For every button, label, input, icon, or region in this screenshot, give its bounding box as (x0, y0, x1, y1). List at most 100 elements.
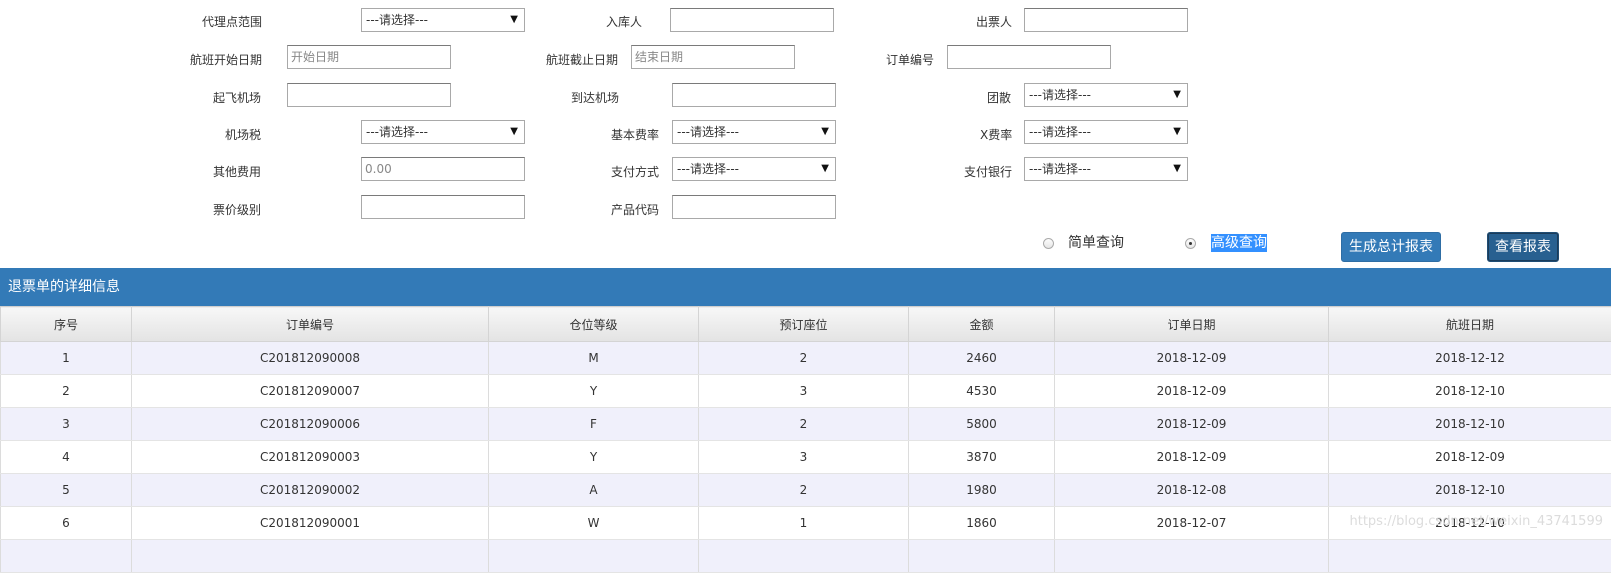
refund-detail-table: 序号 订单编号 仓位等级 预订座位 金额 订单日期 航班日期 1 C201812… (0, 306, 1611, 573)
table-row[interactable]: 3 C201812090006 F 2 5800 2018-12-09 2018… (1, 408, 1611, 441)
other-fee-input[interactable] (361, 157, 525, 181)
table-row[interactable]: 4 C201812090003 Y 3 3870 2018-12-09 2018… (1, 441, 1611, 474)
cell-amount: 4530 (909, 375, 1055, 408)
column-header-order-date[interactable]: 订单日期 (1055, 307, 1329, 342)
generate-total-report-button[interactable]: 生成总计报表 (1341, 232, 1441, 262)
table-row[interactable] (1, 540, 1611, 573)
group-scatter-select[interactable]: ---请选择--- ▼ (1024, 83, 1188, 107)
cell-cabin-class: F (489, 408, 699, 441)
product-code-label: 产品代码 (611, 202, 659, 218)
cell-cabin-class: Y (489, 375, 699, 408)
cell-amount: 1980 (909, 474, 1055, 507)
cell-flight-date: 2018-12-09 (1329, 441, 1611, 474)
base-rate-select[interactable]: ---请选择--- ▼ (672, 120, 836, 144)
column-header-cabin-class[interactable]: 仓位等级 (489, 307, 699, 342)
cell-cabin-class: A (489, 474, 699, 507)
cell-cabin-class (489, 540, 699, 573)
agent-range-label: 代理点范围 (202, 14, 262, 30)
cell-index: 6 (1, 507, 132, 540)
fare-level-input[interactable] (361, 195, 525, 219)
cell-order-no: C201812090008 (132, 342, 489, 375)
airport-tax-select[interactable]: ---请选择--- ▼ (361, 120, 525, 144)
dropdown-arrow-icon: ▼ (821, 121, 829, 143)
base-rate-value: ---请选择--- (677, 125, 739, 139)
cell-amount: 3870 (909, 441, 1055, 474)
in-person-input[interactable] (670, 8, 834, 32)
departure-airport-label: 起飞机场 (213, 90, 261, 106)
cell-seats: 2 (699, 342, 909, 375)
table-row[interactable]: 1 C201812090008 M 2 2460 2018-12-09 2018… (1, 342, 1611, 375)
flight-end-input[interactable] (631, 45, 795, 69)
airport-tax-value: ---请选择--- (366, 125, 428, 139)
flight-start-input[interactable] (287, 45, 451, 69)
flight-end-label: 航班截止日期 (546, 52, 618, 68)
cell-order-date: 2018-12-09 (1055, 408, 1329, 441)
agent-range-value: ---请选择--- (366, 13, 428, 27)
column-header-seats[interactable]: 预订座位 (699, 307, 909, 342)
column-header-amount[interactable]: 金额 (909, 307, 1055, 342)
cell-seats (699, 540, 909, 573)
cell-index: 2 (1, 375, 132, 408)
pay-method-value: ---请选择--- (677, 162, 739, 176)
cell-cabin-class: Y (489, 441, 699, 474)
cell-order-no: C201812090002 (132, 474, 489, 507)
agent-range-select[interactable]: ---请选择--- ▼ (361, 8, 525, 32)
cell-order-date: 2018-12-07 (1055, 507, 1329, 540)
cell-flight-date: 2018-12-10 (1329, 408, 1611, 441)
simple-query-radio[interactable] (1043, 238, 1054, 249)
cell-flight-date: 2018-12-12 (1329, 342, 1611, 375)
cell-seats: 1 (699, 507, 909, 540)
cell-amount (909, 540, 1055, 573)
cell-order-date (1055, 540, 1329, 573)
cell-index (1, 540, 132, 573)
departure-airport-input[interactable] (287, 83, 451, 107)
x-rate-select[interactable]: ---请选择--- ▼ (1024, 120, 1188, 144)
cell-index: 3 (1, 408, 132, 441)
flight-start-label: 航班开始日期 (190, 52, 262, 68)
arrival-airport-label: 到达机场 (571, 90, 619, 106)
cell-order-no (132, 540, 489, 573)
cell-flight-date: 2018-12-10 (1329, 375, 1611, 408)
cell-order-date: 2018-12-09 (1055, 375, 1329, 408)
x-rate-value: ---请选择--- (1029, 125, 1091, 139)
pay-bank-label: 支付银行 (964, 164, 1012, 180)
dropdown-arrow-icon: ▼ (1173, 84, 1181, 106)
advanced-query-radio[interactable] (1185, 238, 1196, 249)
view-report-button[interactable]: 查看报表 (1487, 232, 1559, 262)
dropdown-arrow-icon: ▼ (1173, 158, 1181, 180)
cell-seats: 3 (699, 375, 909, 408)
cell-order-no: C201812090003 (132, 441, 489, 474)
cell-order-date: 2018-12-09 (1055, 342, 1329, 375)
simple-query-label[interactable]: 简单查询 (1068, 234, 1124, 252)
airport-tax-label: 机场税 (225, 127, 261, 143)
advanced-query-label[interactable]: 高级查询 (1211, 234, 1267, 252)
cell-flight-date: 2018-12-10 (1329, 474, 1611, 507)
pay-method-label: 支付方式 (611, 164, 659, 180)
group-scatter-value: ---请选择--- (1029, 88, 1091, 102)
cell-order-date: 2018-12-09 (1055, 441, 1329, 474)
fare-level-label: 票价级别 (213, 202, 261, 218)
x-rate-label: X费率 (980, 127, 1012, 143)
table-row[interactable]: 5 C201812090002 A 2 1980 2018-12-08 2018… (1, 474, 1611, 507)
group-scatter-label: 团散 (987, 90, 1011, 106)
watermark: https://blog.csdn.net/weixin_43741599 (1349, 514, 1603, 529)
arrival-airport-input[interactable] (672, 83, 836, 107)
cell-seats: 2 (699, 408, 909, 441)
column-header-index[interactable]: 序号 (1, 307, 132, 342)
order-no-input[interactable] (947, 45, 1111, 69)
column-header-flight-date[interactable]: 航班日期 (1329, 307, 1611, 342)
cell-order-no: C201812090006 (132, 408, 489, 441)
column-header-order-no[interactable]: 订单编号 (132, 307, 489, 342)
cell-seats: 3 (699, 441, 909, 474)
issuer-input[interactable] (1024, 8, 1188, 32)
cell-index: 4 (1, 441, 132, 474)
pay-method-select[interactable]: ---请选择--- ▼ (672, 157, 836, 181)
cell-amount: 5800 (909, 408, 1055, 441)
cell-order-no: C201812090007 (132, 375, 489, 408)
pay-bank-select[interactable]: ---请选择--- ▼ (1024, 157, 1188, 181)
other-fee-label: 其他费用 (213, 164, 261, 180)
product-code-input[interactable] (672, 195, 836, 219)
dropdown-arrow-icon: ▼ (510, 121, 518, 143)
cell-amount: 2460 (909, 342, 1055, 375)
table-row[interactable]: 2 C201812090007 Y 3 4530 2018-12-09 2018… (1, 375, 1611, 408)
